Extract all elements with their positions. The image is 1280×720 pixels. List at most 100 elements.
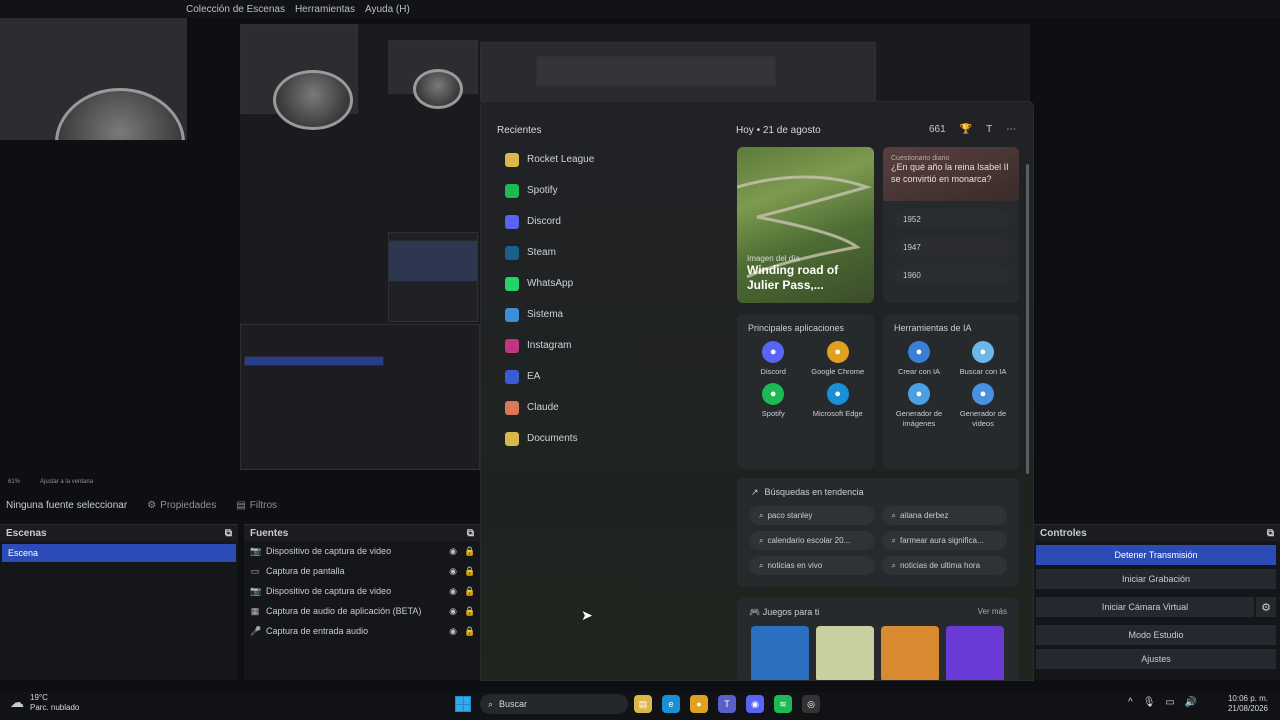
trending-pill[interactable]: ⌕ aitana derbez — [881, 506, 1007, 525]
trending-pill[interactable]: ⌕ noticias de ultima hora — [881, 556, 1007, 575]
clock-time: 10:06 p. m. — [1227, 694, 1268, 703]
properties-label: Propiedades — [160, 499, 217, 511]
trending-pill[interactable]: ⌕ farmear aura significa... — [881, 531, 1007, 550]
image-of-day-label: Imagen del día — [747, 254, 800, 263]
clock[interactable]: 10:06 p. m. 21/08/2026 — [1208, 694, 1268, 715]
app-tile[interactable]: ● Generador de videos — [951, 382, 1015, 429]
source-row[interactable]: ▦ Captura de audio de aplicación (BETA) ◉ 🔒 — [244, 601, 480, 621]
recent-item[interactable]: Rocket League — [495, 144, 715, 175]
undock-icon[interactable]: ⧉ — [225, 528, 232, 539]
recent-item[interactable]: Spotify — [495, 175, 715, 206]
recent-item[interactable]: Discord — [495, 206, 715, 237]
quiz-option[interactable]: 1952 — [895, 209, 1009, 229]
menu-scene-collection[interactable]: Colección de Escenas — [186, 4, 285, 15]
app-tile[interactable]: ● Crear con IA — [887, 341, 951, 377]
ai-tools-title: Herramientas de IA — [894, 323, 972, 333]
taskbar-search[interactable]: ⌕ Buscar — [480, 694, 628, 714]
recent-item[interactable]: Documents — [495, 423, 715, 454]
app-tile[interactable]: ● Spotify — [741, 382, 806, 419]
recent-item[interactable]: WhatsApp — [495, 268, 715, 299]
points-count[interactable]: 661 — [929, 124, 946, 135]
more-icon[interactable]: ⋯ — [1006, 124, 1016, 135]
settings-button[interactable]: Ajustes — [1036, 649, 1276, 669]
eye-icon[interactable]: ◉ — [448, 626, 458, 637]
app-tile[interactable]: ● Generador de imágenes — [887, 382, 951, 429]
windows-start-button[interactable] — [455, 696, 471, 712]
properties-button[interactable]: ⚙ Propiedades — [147, 500, 216, 511]
discord-icon[interactable]: ◉ — [746, 695, 764, 713]
game-tile[interactable] — [751, 626, 809, 680]
trending-card: ↗ Búsquedas en tendencia ⌕ paco stanley ⌕ ai… — [737, 478, 1019, 587]
gear-icon[interactable]: ⚙ — [1256, 597, 1276, 617]
recent-list: Rocket League Spotify Discord Steam WhatsApp… — [495, 144, 715, 454]
filters-button[interactable]: ▤ Filtros — [236, 500, 277, 511]
eye-icon[interactable]: ◉ — [448, 566, 458, 577]
app-tile[interactable]: ● Buscar con IA — [951, 341, 1015, 377]
file-explorer-icon[interactable]: ▤ — [634, 695, 652, 713]
trophy-icon[interactable]: 🏆 — [960, 124, 972, 135]
chevron-up-icon[interactable]: ^ — [1128, 697, 1133, 708]
source-row[interactable]: 📷 Dispositivo de captura de video ◉ 🔒 — [244, 541, 480, 561]
scene-item[interactable]: Escena — [2, 544, 236, 562]
chrome-icon[interactable]: ● — [690, 695, 708, 713]
trending-pill[interactable]: ⌕ noticias en vivo — [749, 556, 875, 575]
undock-icon[interactable]: ⧉ — [1267, 528, 1274, 539]
weather-temp: 19°C — [30, 693, 48, 702]
teams-icon[interactable]: T — [718, 695, 736, 713]
quiz-option[interactable]: 1960 — [895, 265, 1009, 285]
quiz-option[interactable]: 1947 — [895, 237, 1009, 257]
scroll-thumb[interactable] — [1026, 164, 1029, 474]
lock-icon[interactable]: 🔒 — [464, 586, 475, 597]
mic-icon[interactable]: 🎙 — [1143, 697, 1156, 708]
avatar[interactable]: T — [986, 124, 992, 135]
trending-title: Búsquedas en tendencia — [764, 487, 864, 497]
app-icon — [505, 214, 519, 229]
lock-icon[interactable]: 🔒 — [464, 546, 475, 557]
trending-pill[interactable]: ⌕ calendario escolar 20... — [749, 531, 875, 550]
app-tile[interactable]: ● Discord — [741, 341, 806, 377]
source-row[interactable]: ▭ Captura de pantalla ◉ 🔒 — [244, 561, 480, 581]
recent-item[interactable]: Instagram — [495, 330, 715, 361]
lock-icon[interactable]: 🔒 — [464, 626, 475, 637]
see-more-link[interactable]: Ver más — [978, 607, 1007, 618]
network-icon[interactable]: ▭ — [1165, 697, 1174, 708]
edge-icon[interactable]: e — [662, 695, 680, 713]
fit-window[interactable]: Ajustar a la ventana — [40, 479, 93, 485]
weather-widget[interactable]: ☁ 19°C Parc. nublado — [10, 693, 79, 712]
eye-icon[interactable]: ◉ — [448, 606, 458, 617]
recent-item[interactable]: Sistema — [495, 299, 715, 330]
recent-item[interactable]: Claude — [495, 392, 715, 423]
app-tile-label: Spotify — [761, 408, 785, 418]
volume-icon[interactable]: 🔊 — [1185, 697, 1197, 708]
trending-pill[interactable]: ⌕ paco stanley — [749, 506, 875, 525]
scrollbar[interactable] — [1025, 154, 1031, 674]
stop-stream-button[interactable]: Detener Transmisión — [1036, 545, 1276, 565]
obs-icon[interactable]: ◎ — [802, 695, 820, 713]
source-label: Captura de audio de aplicación (BETA) — [266, 606, 422, 616]
eye-icon[interactable]: ◉ — [448, 586, 458, 597]
eye-icon[interactable]: ◉ — [448, 546, 458, 557]
menu-help[interactable]: Ayuda (H) — [365, 4, 410, 15]
source-row[interactable]: 📷 Dispositivo de captura de video ◉ 🔒 — [244, 581, 480, 601]
start-record-button[interactable]: Iniciar Grabación — [1036, 569, 1276, 589]
source-row[interactable]: 🎤 Captura de entrada audio ◉ 🔒 — [244, 621, 480, 641]
menu-tools[interactable]: Herramientas — [295, 4, 355, 15]
recent-item[interactable]: EA — [495, 361, 715, 392]
game-tile[interactable] — [816, 626, 874, 680]
zoom-level[interactable]: 61% — [8, 479, 20, 485]
no-source-label: Ninguna fuente seleccionar — [6, 499, 128, 511]
game-tile[interactable] — [881, 626, 939, 680]
source-label: Captura de pantalla — [266, 566, 345, 576]
undock-icon[interactable]: ⧉ — [467, 528, 474, 539]
image-of-day-card[interactable]: Imagen del día Winding road of Julier Pas… — [737, 147, 874, 303]
studio-mode-button[interactable]: Modo Estudio — [1036, 625, 1276, 645]
lock-icon[interactable]: 🔒 — [464, 566, 475, 577]
virtual-cam-button[interactable]: Iniciar Cámara Virtual — [1036, 597, 1254, 617]
sources-list: 📷 Dispositivo de captura de video ◉ 🔒 ▭ Captu… — [244, 541, 480, 641]
spotify-icon[interactable]: ≋ — [774, 695, 792, 713]
game-tile[interactable] — [946, 626, 1004, 680]
recent-item[interactable]: Steam — [495, 237, 715, 268]
lock-icon[interactable]: 🔒 — [464, 606, 475, 617]
app-tile[interactable]: ● Microsoft Edge — [806, 382, 871, 419]
app-tile[interactable]: ● Google Chrome — [806, 341, 871, 377]
